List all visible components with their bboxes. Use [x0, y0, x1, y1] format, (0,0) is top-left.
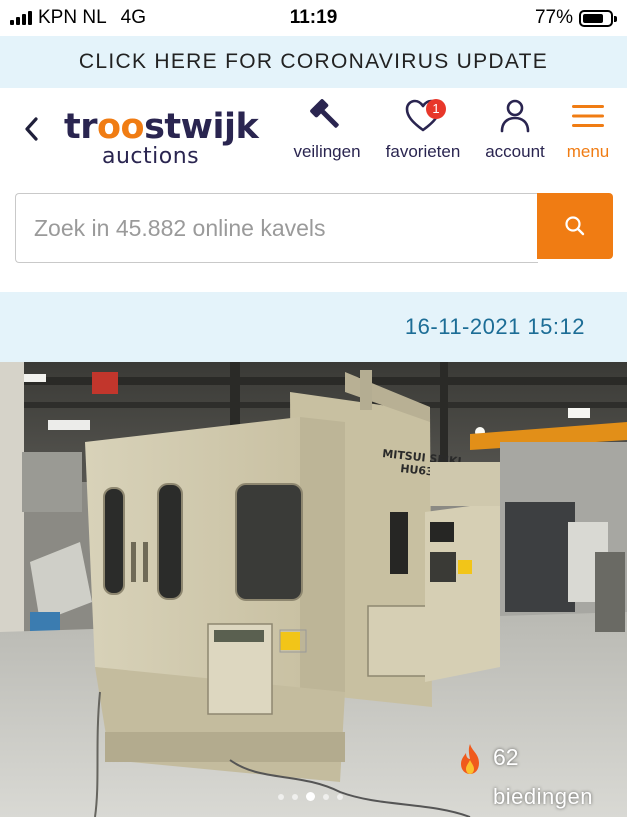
carousel-dot-active[interactable]: [306, 792, 315, 801]
carousel-dot[interactable]: [337, 793, 343, 800]
bids-indicator: 62 biedingen: [455, 742, 615, 814]
favorites-count-badge: 1: [426, 99, 446, 119]
status-bar: KPN NL 4G 11:19 77%: [0, 0, 627, 36]
nav-menu-label: menu: [566, 142, 610, 161]
flame-icon: [461, 744, 479, 774]
nav-account[interactable]: account: [478, 96, 552, 162]
status-bar-left: KPN NL 4G: [10, 7, 146, 29]
bids-label: biedingen: [493, 784, 593, 809]
battery-percent: 77%: [534, 7, 573, 28]
banner-text: CLICK HERE FOR CORONAVIRUS UPDATE: [78, 50, 549, 73]
search-icon: [565, 216, 585, 236]
troostwijk-logo[interactable]: troostwijktroostwijk auctions: [64, 108, 264, 168]
search-button[interactable]: [537, 193, 613, 259]
carrier-name: KPN NL: [38, 7, 107, 28]
signal-icon: [10, 11, 32, 25]
battery-icon: [579, 9, 617, 27]
nav-menu[interactable]: menu: [560, 96, 616, 162]
carousel-dot[interactable]: [323, 793, 329, 800]
site-header: troostwijktroostwijk auctions veilingen …: [0, 88, 627, 180]
nav-account-label: account: [485, 142, 545, 161]
network-type: 4G: [120, 7, 146, 28]
status-bar-right: 77%: [534, 7, 617, 29]
gavel-icon: [310, 99, 339, 128]
nav-favorieten-label: favorieten: [385, 142, 461, 161]
logo-wordmark: troostwijktroostwijk: [64, 107, 259, 147]
nav-veilingen-label: veilingen: [293, 142, 361, 161]
carousel-dot[interactable]: [278, 793, 284, 800]
search-input[interactable]: [15, 193, 538, 263]
chevron-left-icon: [25, 117, 38, 141]
carousel-dots: [278, 792, 343, 801]
nav-favorieten[interactable]: 1 favorieten: [378, 96, 468, 162]
nav-veilingen[interactable]: veilingen: [287, 96, 367, 162]
coronavirus-update-banner[interactable]: CLICK HERE FOR CORONAVIRUS UPDATE: [0, 36, 627, 88]
hamburger-icon: [572, 105, 604, 127]
carousel-dot[interactable]: [292, 793, 298, 800]
lot-date-strip: 16-11-2021 15:12: [0, 292, 627, 362]
logo-subtitle: auctions: [102, 144, 200, 169]
bids-count: 62: [493, 744, 519, 770]
search-bar: [15, 193, 613, 263]
page: KPN NL 4G 11:19 77% CLICK HERE FOR CORON…: [0, 0, 627, 817]
back-button[interactable]: [22, 114, 40, 150]
user-icon: [500, 99, 530, 133]
lot-date: 16-11-2021 15:12: [404, 314, 585, 339]
